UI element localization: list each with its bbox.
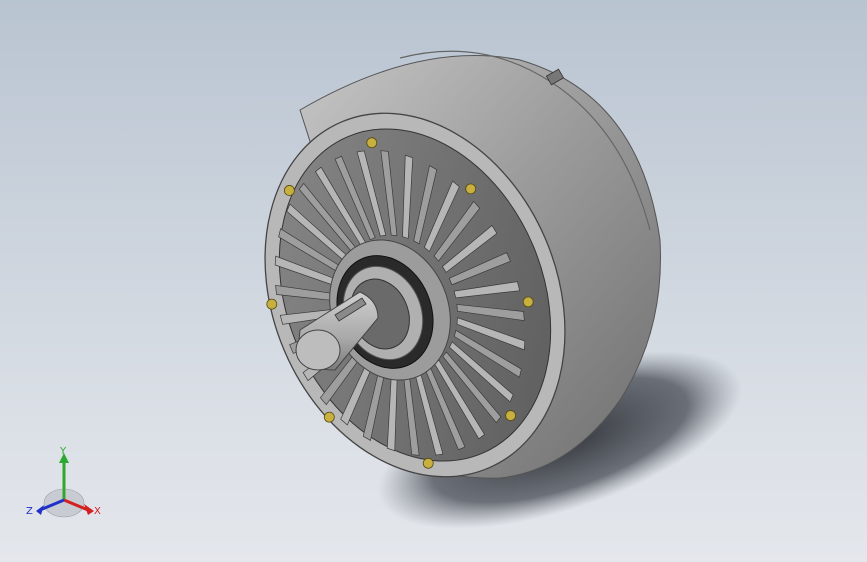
bolt	[422, 457, 434, 469]
bolt	[465, 183, 477, 195]
bolt	[323, 411, 335, 423]
bolt	[283, 185, 295, 196]
orientation-triad[interactable]: Y X Z	[22, 445, 112, 525]
z-axis-label: Z	[26, 506, 33, 517]
bolt	[266, 298, 278, 310]
graphics-viewport[interactable]: Y X Z	[0, 0, 867, 562]
bolt	[522, 296, 534, 308]
bolt	[366, 137, 378, 149]
clutch-brake-model[interactable]	[0, 0, 867, 562]
x-axis-label: X	[94, 506, 101, 517]
y-axis-label: Y	[60, 446, 67, 457]
bolt	[505, 410, 517, 421]
